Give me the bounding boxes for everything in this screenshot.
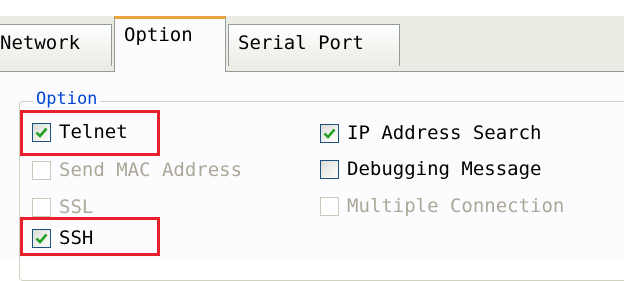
- ip-address-search-label: IP Address Search: [347, 122, 542, 144]
- check-icon: [323, 128, 336, 139]
- ssl-checkbox-box: [32, 197, 51, 217]
- send-mac-address-checkbox: Send MAC Address: [32, 159, 242, 181]
- ssl-checkbox: SSL: [32, 196, 93, 218]
- tab-network[interactable]: Network: [0, 24, 112, 66]
- debugging-message-label: Debugging Message: [347, 158, 542, 180]
- debugging-message-checkbox-box[interactable]: [320, 159, 339, 179]
- send-mac-address-checkbox-box: [32, 160, 51, 180]
- tab-serial-port[interactable]: Serial Port: [228, 24, 400, 66]
- ip-address-search-checkbox-box[interactable]: [320, 123, 339, 143]
- ssh-highlight-box: [20, 217, 160, 256]
- multiple-connection-checkbox-box: [320, 196, 339, 216]
- debugging-message-checkbox[interactable]: Debugging Message: [320, 158, 541, 180]
- window-top: [0, 0, 624, 16]
- multiple-connection-label: Multiple Connection: [347, 195, 565, 217]
- tab-option[interactable]: Option: [114, 16, 226, 72]
- send-mac-address-label: Send MAC Address: [59, 159, 243, 181]
- multiple-connection-checkbox: Multiple Connection: [320, 195, 564, 217]
- telnet-highlight-box: [20, 110, 160, 156]
- ssl-label: SSL: [59, 196, 94, 218]
- option-group-title: Option: [33, 88, 101, 110]
- ip-address-search-checkbox[interactable]: IP Address Search: [320, 122, 541, 144]
